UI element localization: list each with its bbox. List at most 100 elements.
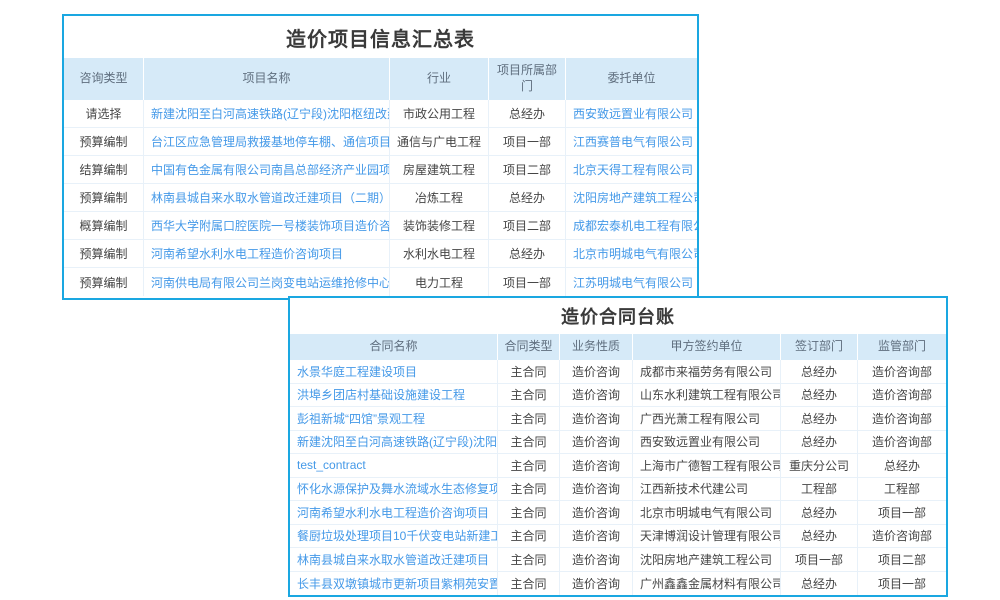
cell-department: 总经办 — [489, 240, 566, 267]
cell-project-name-link[interactable]: 林南县城自来水取水管道改迁建项目（二期） — [144, 184, 390, 211]
column-header: 监管部门 — [858, 334, 946, 360]
cell-project-name-link[interactable]: 新建沈阳至白河高速铁路(辽宁段)沈阳枢纽改建工程 — [144, 100, 390, 127]
cell-business-nature: 造价咨询 — [560, 454, 633, 477]
cell-contract-name-link[interactable]: 水景华庭工程建设项目 — [290, 360, 498, 383]
cell-client-link[interactable]: 江苏明城电气有限公司 — [566, 268, 697, 296]
cell-client-link[interactable]: 成都宏泰机电工程有限公司 — [566, 212, 697, 239]
cell-contract-type: 主合同 — [498, 501, 560, 524]
cell-supervising-dept: 项目一部 — [858, 501, 946, 524]
cell-contract-name-link[interactable]: test_contract — [290, 454, 498, 477]
table-row: 概算编制西华大学附属口腔医院一号楼装饰项目造价咨询装饰装修工程项目二部成都宏泰机… — [64, 212, 697, 240]
cell-party-a-unit: 北京市明城电气有限公司 — [633, 501, 781, 524]
cell-supervising-dept: 项目一部 — [858, 572, 946, 596]
cell-supervising-dept: 项目二部 — [858, 548, 946, 571]
table-row: 预算编制河南供电局有限公司兰岗变电站运维抢修中心项目电力工程项目一部江苏明城电气… — [64, 268, 697, 296]
cell-signing-dept: 总经办 — [781, 501, 858, 524]
cell-consult-type: 预算编制 — [64, 128, 144, 155]
cell-contract-name-link[interactable]: 新建沈阳至白河高速铁路(辽宁段)沈阳枢纽改建工程 — [290, 431, 498, 454]
cell-supervising-dept: 造价咨询部 — [858, 384, 946, 407]
cell-party-a-unit: 上海市广德智工程有限公司 — [633, 454, 781, 477]
cell-client-link[interactable]: 西安致远置业有限公司 — [566, 100, 697, 127]
column-header: 咨询类型 — [64, 58, 144, 100]
cell-contract-name-link[interactable]: 长丰县双墩镇城市更新项目紫桐苑安置点 — [290, 572, 498, 596]
cell-party-a-unit: 山东水利建筑工程有限公司 — [633, 384, 781, 407]
cell-department: 项目一部 — [489, 268, 566, 296]
table-row: 预算编制河南希望水利水电工程造价咨询项目水利水电工程总经办北京市明城电气有限公司 — [64, 240, 697, 268]
cell-signing-dept: 工程部 — [781, 478, 858, 501]
cell-client-link[interactable]: 北京天得工程有限公司 — [566, 156, 697, 183]
cell-party-a-unit: 广州鑫鑫金属材料有限公司 — [633, 572, 781, 596]
cell-supervising-dept: 造价咨询部 — [858, 525, 946, 548]
cell-business-nature: 造价咨询 — [560, 572, 633, 596]
cell-contract-name-link[interactable]: 洪埠乡团店村基础设施建设工程 — [290, 384, 498, 407]
cell-industry: 水利水电工程 — [390, 240, 489, 267]
cell-contract-name-link[interactable]: 林南县城自来水取水管道改迁建项目（二期） — [290, 548, 498, 571]
cell-client-link[interactable]: 江西赛普电气有限公司 — [566, 128, 697, 155]
cell-project-name-link[interactable]: 河南希望水利水电工程造价咨询项目 — [144, 240, 390, 267]
cell-supervising-dept: 造价咨询部 — [858, 360, 946, 383]
cell-supervising-dept: 造价咨询部 — [858, 407, 946, 430]
cell-client-link[interactable]: 北京市明城电气有限公司 — [566, 240, 697, 267]
cell-contract-name-link[interactable]: 河南希望水利水电工程造价咨询项目 — [290, 501, 498, 524]
cell-consult-type: 结算编制 — [64, 156, 144, 183]
cell-party-a-unit: 广西光萧工程有限公司 — [633, 407, 781, 430]
table-row: 新建沈阳至白河高速铁路(辽宁段)沈阳枢纽改建工程主合同造价咨询西安致远置业有限公… — [290, 431, 946, 455]
table-row: 餐厨垃圾处理项目10千伏变电站新建工程主合同造价咨询天津博润设计管理有限公司总经… — [290, 525, 946, 549]
cell-contract-name-link[interactable]: 怀化水源保护及舞水流域水生态修复项目合同 — [290, 478, 498, 501]
contract-table-title: 造价合同台账 — [290, 298, 946, 334]
summary-table-title: 造价项目信息汇总表 — [64, 16, 697, 58]
cell-business-nature: 造价咨询 — [560, 431, 633, 454]
cell-contract-name-link[interactable]: 餐厨垃圾处理项目10千伏变电站新建工程 — [290, 525, 498, 548]
column-header: 签订部门 — [781, 334, 858, 360]
table-row: 林南县城自来水取水管道改迁建项目（二期）主合同造价咨询沈阳房地产建筑工程公司 项目… — [290, 548, 946, 572]
cell-party-a-unit: 成都市来福劳务有限公司 — [633, 360, 781, 383]
cell-industry: 装饰装修工程 — [390, 212, 489, 239]
cell-signing-dept: 总经办 — [781, 572, 858, 596]
cell-consult-type: 请选择 — [64, 100, 144, 127]
column-header: 合同名称 — [290, 334, 498, 360]
table-row: 预算编制台江区应急管理局救援基地停车棚、通信项目通信与广电工程项目一部江西赛普电… — [64, 128, 697, 156]
cell-contract-name-link[interactable]: 彭祖新城“四馆”景观工程 — [290, 407, 498, 430]
cell-contract-type: 主合同 — [498, 360, 560, 383]
cell-contract-type: 主合同 — [498, 454, 560, 477]
cell-party-a-unit: 西安致远置业有限公司 — [633, 431, 781, 454]
cell-signing-dept: 总经办 — [781, 525, 858, 548]
table-row: 河南希望水利水电工程造价咨询项目主合同造价咨询北京市明城电气有限公司总经办项目一… — [290, 501, 946, 525]
cell-contract-type: 主合同 — [498, 548, 560, 571]
table-row: 怀化水源保护及舞水流域水生态修复项目合同主合同造价咨询江西新技术代建公司工程部工… — [290, 478, 946, 502]
cell-consult-type: 概算编制 — [64, 212, 144, 239]
cell-business-nature: 造价咨询 — [560, 478, 633, 501]
cell-department: 项目二部 — [489, 212, 566, 239]
cell-project-name-link[interactable]: 中国有色金属有限公司南昌总部经济产业园项目二期 — [144, 156, 390, 183]
cell-consult-type: 预算编制 — [64, 268, 144, 296]
summary-table-body: 请选择新建沈阳至白河高速铁路(辽宁段)沈阳枢纽改建工程市政公用工程总经办西安致远… — [64, 100, 697, 296]
cell-contract-type: 主合同 — [498, 384, 560, 407]
table-row: 预算编制林南县城自来水取水管道改迁建项目（二期）冶炼工程总经办沈阳房地产建筑工程… — [64, 184, 697, 212]
cell-business-nature: 造价咨询 — [560, 548, 633, 571]
cell-project-name-link[interactable]: 河南供电局有限公司兰岗变电站运维抢修中心项目 — [144, 268, 390, 296]
cell-party-a-unit: 沈阳房地产建筑工程公司 — [633, 548, 781, 571]
cell-business-nature: 造价咨询 — [560, 407, 633, 430]
table-row: 彭祖新城“四馆”景观工程主合同造价咨询广西光萧工程有限公司总经办造价咨询部 — [290, 407, 946, 431]
cell-industry: 电力工程 — [390, 268, 489, 296]
cell-industry: 房屋建筑工程 — [390, 156, 489, 183]
cell-contract-type: 主合同 — [498, 478, 560, 501]
cell-signing-dept: 总经办 — [781, 431, 858, 454]
contract-table-header: 合同名称合同类型业务性质甲方签约单位签订部门监管部门 — [290, 334, 946, 360]
summary-table: 造价项目信息汇总表 咨询类型项目名称行业项目所属部门委托单位 请选择新建沈阳至白… — [62, 14, 699, 300]
cell-industry: 通信与广电工程 — [390, 128, 489, 155]
cell-party-a-unit: 天津博润设计管理有限公司 — [633, 525, 781, 548]
column-header: 项目名称 — [144, 58, 390, 100]
cell-department: 项目二部 — [489, 156, 566, 183]
cell-project-name-link[interactable]: 西华大学附属口腔医院一号楼装饰项目造价咨询 — [144, 212, 390, 239]
cell-business-nature: 造价咨询 — [560, 525, 633, 548]
column-header: 行业 — [390, 58, 489, 100]
cell-business-nature: 造价咨询 — [560, 501, 633, 524]
cell-supervising-dept: 总经办 — [858, 454, 946, 477]
cell-signing-dept: 总经办 — [781, 360, 858, 383]
cell-contract-type: 主合同 — [498, 525, 560, 548]
cell-contract-type: 主合同 — [498, 572, 560, 596]
cell-client-link[interactable]: 沈阳房地产建筑工程公司 — [566, 184, 697, 211]
cell-project-name-link[interactable]: 台江区应急管理局救援基地停车棚、通信项目 — [144, 128, 390, 155]
cell-signing-dept: 总经办 — [781, 384, 858, 407]
